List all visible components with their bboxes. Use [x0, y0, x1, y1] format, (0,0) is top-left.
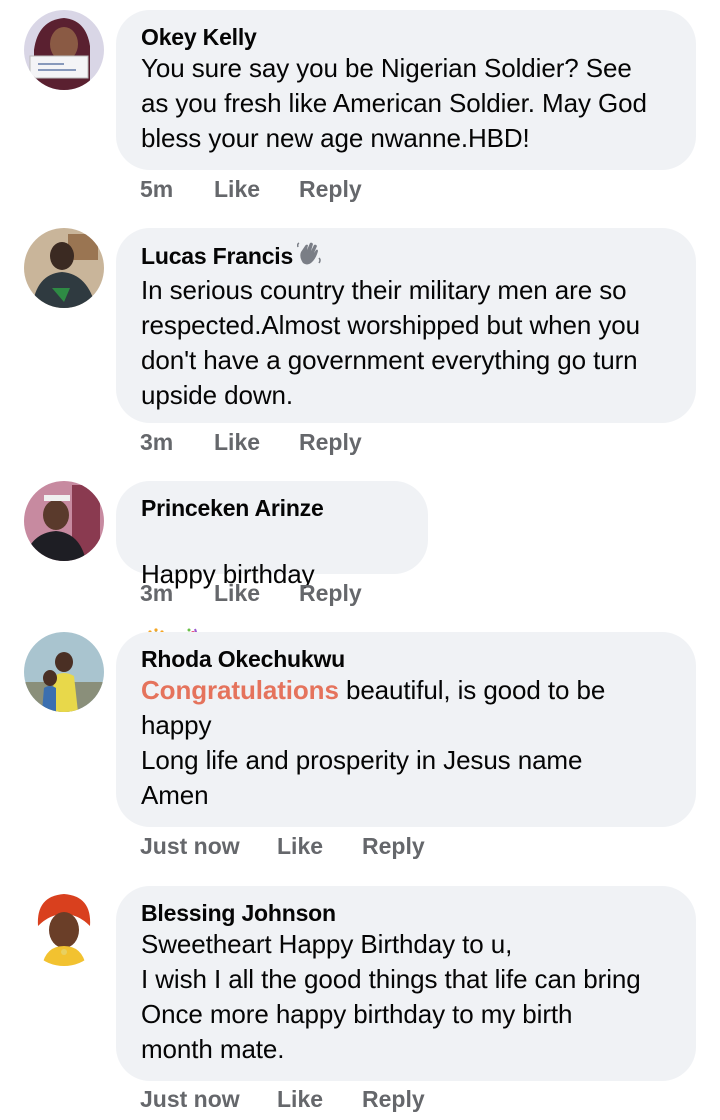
- comment-bubble: Blessing Johnson Sweetheart Happy Birthd…: [116, 886, 696, 1081]
- highlighted-word[interactable]: Congratulations: [141, 675, 339, 705]
- comment-timestamp[interactable]: 3m: [140, 429, 214, 456]
- comment-text: Sweetheart Happy Birthday to u, I wish I…: [141, 929, 641, 1064]
- reply-button[interactable]: Reply: [299, 580, 362, 607]
- comment-author[interactable]: Blessing Johnson: [141, 899, 672, 927]
- comment-author[interactable]: Rhoda Okechukwu: [141, 645, 672, 673]
- comment-timestamp[interactable]: 3m: [140, 580, 214, 607]
- comment-text: You sure say you be Nigerian Soldier? Se…: [141, 53, 647, 153]
- comment-author[interactable]: Princeken Arinze: [141, 494, 404, 522]
- like-button[interactable]: Like: [277, 1086, 362, 1113]
- comment-bubble: Princeken Arinze Happy birthday: [116, 481, 428, 655]
- avatar[interactable]: [24, 228, 104, 308]
- comment-timestamp[interactable]: Just now: [140, 833, 277, 860]
- reply-button[interactable]: Reply: [362, 833, 425, 860]
- comment-text: Congratulations beautiful, is good to be…: [141, 673, 672, 813]
- comment-actions: 5m Like Reply: [140, 176, 362, 203]
- waving-hand-icon: [297, 241, 321, 273]
- comment-actions: Just now Like Reply: [140, 833, 425, 860]
- avatar[interactable]: [24, 886, 104, 966]
- like-button[interactable]: Like: [214, 176, 299, 203]
- comment-bubble: Okey Kelly You sure say you be Nigerian …: [116, 10, 696, 170]
- author-name: Lucas Francis: [141, 243, 294, 269]
- comment-author[interactable]: Okey Kelly: [141, 23, 672, 51]
- avatar[interactable]: [24, 10, 104, 90]
- comment-timestamp[interactable]: 5m: [140, 176, 214, 203]
- reply-button[interactable]: Reply: [299, 176, 362, 203]
- avatar[interactable]: [24, 481, 104, 561]
- reply-button[interactable]: Reply: [299, 429, 362, 456]
- comment-bubble: Rhoda Okechukwu Congratulations beautifu…: [116, 632, 696, 827]
- comment-actions: 3m Like Reply: [140, 580, 362, 607]
- like-button[interactable]: Like: [214, 429, 299, 456]
- comment-author[interactable]: Lucas Francis: [141, 241, 672, 273]
- comment-text: In serious country their military men ar…: [141, 275, 640, 410]
- reply-button[interactable]: Reply: [362, 1086, 425, 1113]
- like-button[interactable]: Like: [277, 833, 362, 860]
- comment-timestamp[interactable]: Just now: [140, 1086, 277, 1113]
- comment-bubble: Lucas Francis In serious country their m…: [116, 228, 696, 423]
- like-button[interactable]: Like: [214, 580, 299, 607]
- comment-actions: Just now Like Reply: [140, 1086, 425, 1113]
- avatar[interactable]: [24, 632, 104, 712]
- comment-actions: 3m Like Reply: [140, 429, 362, 456]
